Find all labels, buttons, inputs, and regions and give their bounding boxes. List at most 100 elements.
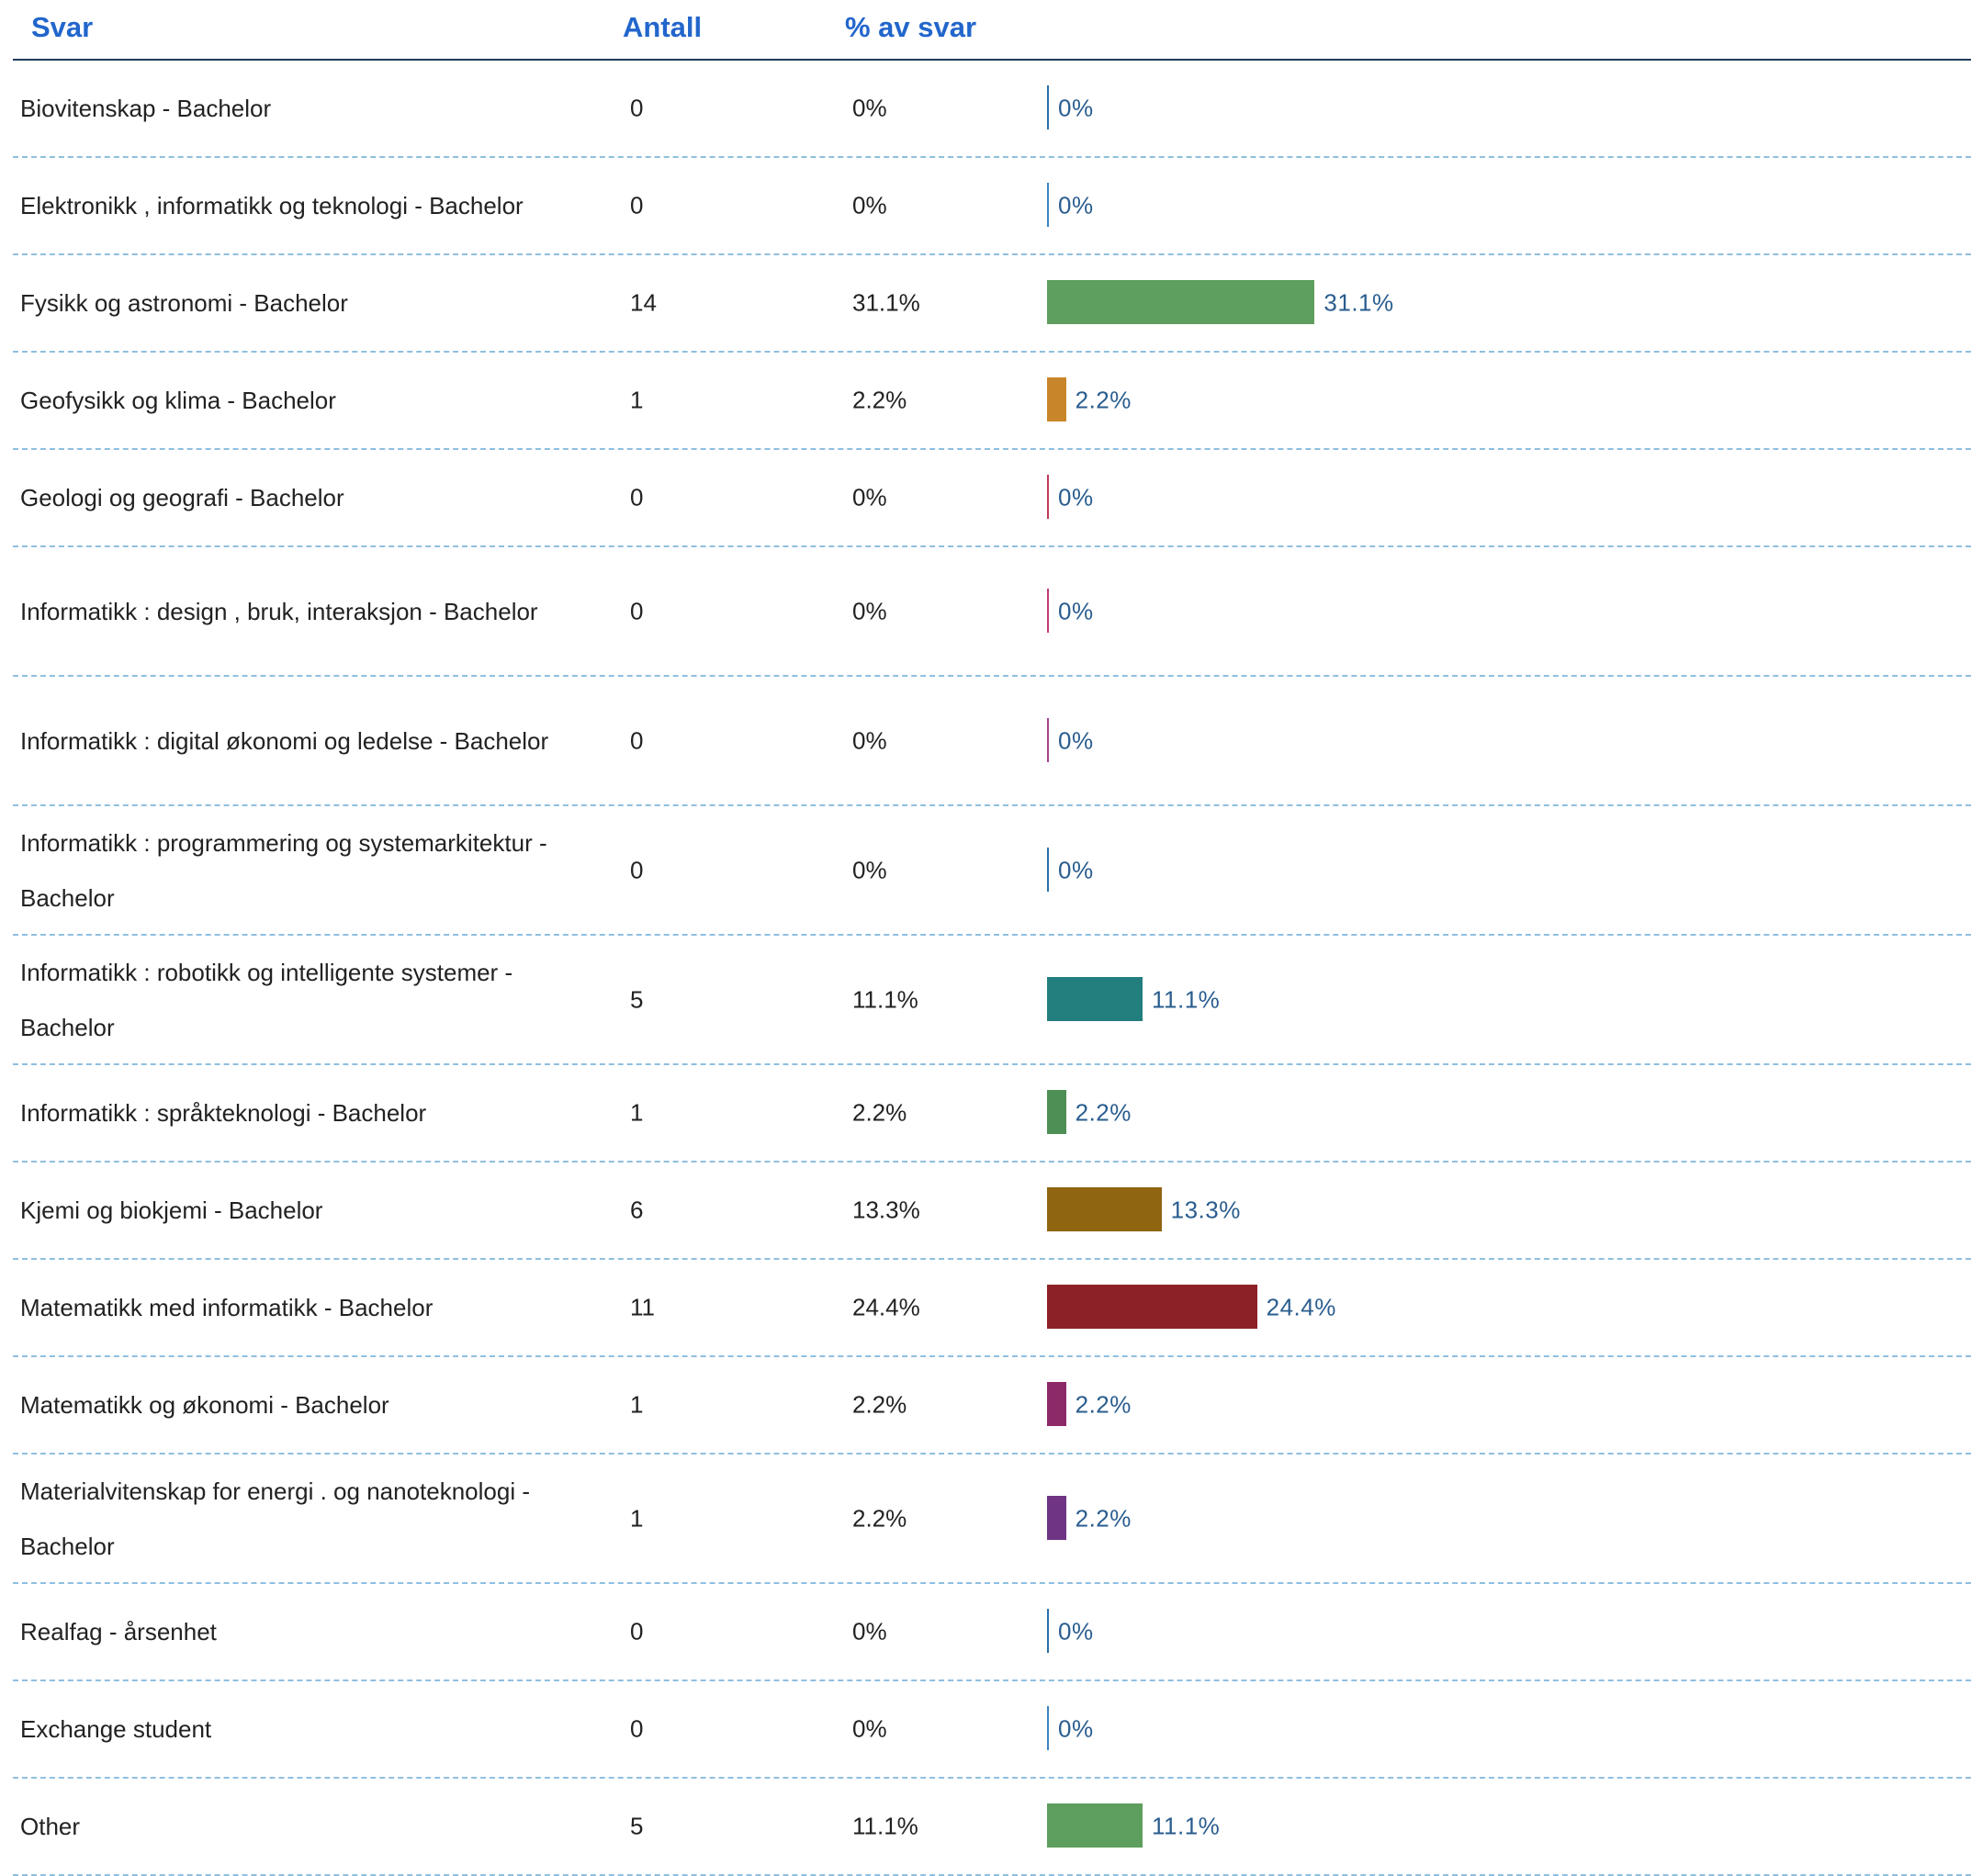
bar-value-label: 0%: [1058, 483, 1094, 511]
bar-area: 11.1%: [1047, 976, 1874, 1023]
table-row: Exchange student 0 0% 0%: [13, 1681, 1971, 1779]
row-count: 5: [630, 1812, 644, 1840]
row-label: Kjemi og biokjemi - Bachelor: [20, 1196, 323, 1224]
bar-area: 0%: [1047, 588, 1874, 635]
bar-value-label: 0%: [1058, 1714, 1094, 1743]
row-percent: 0%: [852, 483, 887, 511]
row-percent: 2.2%: [852, 386, 907, 414]
row-percent: 0%: [852, 856, 887, 883]
row-percent: 31.1%: [852, 288, 920, 317]
bar-zero-marker: [1047, 1609, 1049, 1653]
bar-value-label: 24.4%: [1266, 1293, 1336, 1321]
bar: [1047, 1090, 1066, 1134]
bar-area: 0%: [1047, 1706, 1874, 1752]
bar-value-label: 0%: [1058, 94, 1094, 122]
row-label: Matematikk med informatikk - Bachelor: [20, 1294, 434, 1321]
table-row: Informatikk : programmering og systemark…: [13, 806, 1971, 936]
table-row: Other 5 11.1% 11.1%: [13, 1779, 1971, 1876]
row-count: 0: [630, 597, 644, 624]
bar-value-label: 31.1%: [1323, 288, 1394, 317]
row-label: Elektronikk , informatikk og teknologi -…: [20, 192, 524, 219]
row-count: 1: [630, 1390, 644, 1419]
row-percent: 2.2%: [852, 1098, 907, 1127]
table-row: Matematikk med informatikk - Bachelor 11 2…: [13, 1260, 1971, 1357]
bar-value-label: 11.1%: [1152, 1812, 1221, 1840]
header-percent: % av svar: [845, 11, 977, 43]
row-label: Informatikk : design , bruk, interaksjon…: [20, 597, 538, 625]
bar-value-label: 2.2%: [1075, 386, 1132, 414]
bar-area: 0%: [1047, 475, 1874, 521]
row-percent: 11.1%: [852, 985, 918, 1013]
bar-zero-marker: [1047, 183, 1049, 227]
bar-zero-marker: [1047, 1706, 1049, 1750]
bar-value-label: 11.1%: [1152, 985, 1221, 1013]
row-percent: 0%: [852, 191, 887, 219]
row-label: Informatikk : digital økonomi og ledelse…: [20, 726, 549, 755]
table-row: Informatikk : digital økonomi og ledelse…: [13, 677, 1971, 806]
bar-area: 0%: [1047, 1609, 1874, 1655]
table-row: Materialvitenskap for energi . og nanote…: [13, 1455, 1971, 1584]
row-percent: 0%: [852, 94, 887, 122]
row-count: 6: [630, 1196, 644, 1224]
row-count: 0: [630, 1714, 644, 1743]
row-count: 5: [630, 985, 644, 1013]
row-percent: 0%: [852, 1617, 887, 1646]
row-percent: 24.4%: [852, 1293, 920, 1321]
bar-area: 2.2%: [1047, 1090, 1874, 1136]
row-label: Informatikk : robotikk og intelligente s…: [20, 958, 513, 1041]
bar-value-label: 2.2%: [1075, 1390, 1132, 1419]
row-count: 0: [630, 1617, 644, 1646]
bar: [1047, 1803, 1143, 1848]
table-row: Geologi og geografi - Bachelor 0 0% 0%: [13, 450, 1971, 547]
bar: [1047, 1187, 1162, 1231]
row-label: Other: [20, 1813, 81, 1840]
table-row: Matematikk og økonomi - Bachelor 1 2.2% 2.2…: [13, 1357, 1971, 1455]
header-svar: Svar: [31, 11, 94, 43]
table-row: Biovitenskap - Bachelor 0 0% 0%: [13, 61, 1971, 158]
row-label: Geofysikk og klima - Bachelor: [20, 387, 336, 414]
bar: [1047, 1285, 1257, 1329]
bar-area: 2.2%: [1047, 377, 1874, 423]
bar-area: 0%: [1047, 183, 1874, 229]
bar: [1047, 377, 1066, 421]
bar-area: 24.4%: [1047, 1285, 1874, 1331]
row-label: Informatikk : språkteknologi - Bachelor: [20, 1099, 427, 1127]
row-count: 14: [630, 288, 657, 317]
row-label: Geologi og geografi - Bachelor: [20, 484, 344, 511]
bar-value-label: 0%: [1058, 856, 1094, 883]
bar-zero-marker: [1047, 847, 1049, 892]
header-antall: Antall: [623, 11, 703, 43]
bar-value-label: 0%: [1058, 191, 1094, 219]
table-row: Informatikk : design , bruk, interaksjon…: [13, 547, 1971, 677]
row-label: Realfag - årsenhet: [20, 1618, 217, 1646]
table-header: Svar Antall % av svar: [13, 0, 1971, 61]
row-label: Matematikk og økonomi - Bachelor: [20, 1391, 389, 1419]
bar-area: 31.1%: [1047, 280, 1874, 326]
bar-area: 2.2%: [1047, 1495, 1874, 1542]
row-count: 0: [630, 94, 644, 122]
bar-value-label: 0%: [1058, 1617, 1094, 1646]
row-percent: 13.3%: [852, 1196, 920, 1224]
bar-value-label: 2.2%: [1075, 1504, 1132, 1532]
row-label: Informatikk : programmering og systemark…: [20, 828, 547, 912]
bar-area: 0%: [1047, 847, 1874, 893]
row-percent: 0%: [852, 1714, 887, 1743]
row-label: Fysikk og astronomi - Bachelor: [20, 289, 348, 317]
bar-area: 11.1%: [1047, 1803, 1874, 1849]
row-percent: 0%: [852, 597, 887, 624]
row-count: 1: [630, 386, 644, 414]
bar-zero-marker: [1047, 588, 1049, 633]
bar: [1047, 280, 1315, 324]
row-count: 1: [630, 1098, 644, 1127]
table-row: Geofysikk og klima - Bachelor 1 2.2% 2.2%: [13, 353, 1971, 450]
bar-value-label: 0%: [1058, 726, 1094, 754]
row-count: 0: [630, 483, 644, 511]
bar-zero-marker: [1047, 85, 1049, 129]
bar: [1047, 976, 1143, 1021]
table-row: Informatikk : språkteknologi - Bachelor 1…: [13, 1065, 1971, 1163]
row-percent: 2.2%: [852, 1390, 907, 1419]
row-count: 11: [630, 1293, 655, 1321]
table-row: Kjemi og biokjemi - Bachelor 6 13.3% 13.3%: [13, 1163, 1971, 1260]
table-row: Informatikk : robotikk og intelligente s…: [13, 936, 1971, 1065]
table-row: Fysikk og astronomi - Bachelor 14 31.1% 31.…: [13, 255, 1971, 353]
